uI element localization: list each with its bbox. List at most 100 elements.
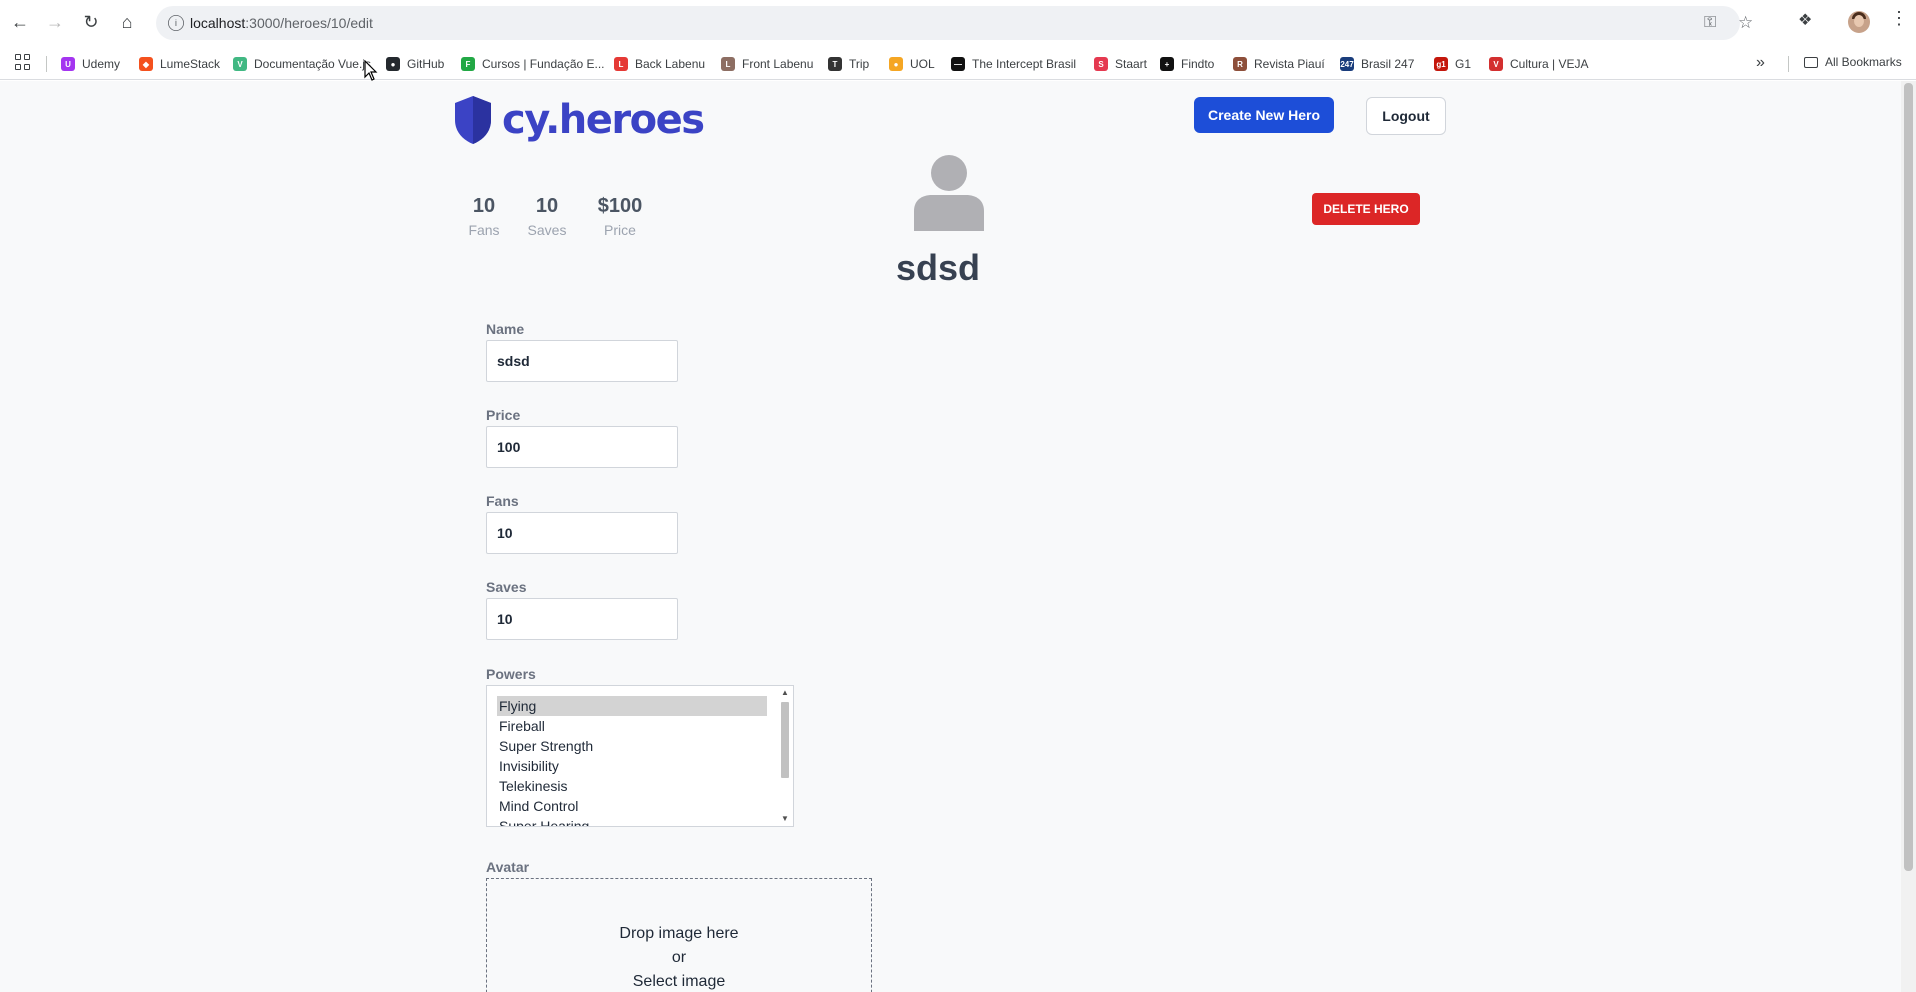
bookmarks-bar: U Udemy ◆ LumeStack V Documentação Vue.js ● Git… <box>0 46 1916 80</box>
create-new-hero-button[interactable]: Create New Hero <box>1194 97 1334 133</box>
profile-avatar[interactable] <box>1848 11 1870 33</box>
bookmark-favicon-icon: V <box>1489 57 1503 71</box>
url-host: localhost <box>190 15 246 31</box>
bookmark-favicon-icon: g1 <box>1434 57 1448 71</box>
bookmark-item[interactable]: L Front Labenu <box>721 55 813 73</box>
power-option[interactable]: Invisibility <box>497 756 767 776</box>
bookmark-favicon-icon: S <box>1094 57 1108 71</box>
powers-scrollbar[interactable]: ▲ ▼ <box>777 686 793 826</box>
bookmarks-overflow-icon[interactable]: » <box>1756 54 1765 72</box>
select-image-link[interactable]: Select image <box>487 970 871 992</box>
bookmark-item[interactable]: — The Intercept Brasil <box>951 55 1076 73</box>
bookmark-label: Front Labenu <box>742 57 814 71</box>
bookmark-favicon-icon: — <box>951 57 965 71</box>
fans-label: Fans <box>486 493 519 509</box>
reload-icon[interactable]: ↻ <box>77 8 105 36</box>
powers-multiselect[interactable]: Flying Fireball Super Strength Invisibility… <box>486 685 794 827</box>
avatar-dropzone[interactable]: Drop image here or Select image <box>486 878 872 992</box>
bookmark-label: Documentação Vue.js <box>254 57 371 71</box>
bookmark-star-icon[interactable]: ☆ <box>1738 13 1753 33</box>
power-option[interactable]: Super Hearing <box>497 816 767 826</box>
bookmark-item[interactable]: g1 G1 <box>1434 55 1471 73</box>
browser-menu-icon[interactable]: ⋮ <box>1890 8 1908 29</box>
bookmarks-divider <box>46 56 47 72</box>
bookmark-item[interactable]: ◆ LumeStack <box>139 55 220 73</box>
bookmark-label: Revista Piauí <box>1254 57 1325 71</box>
avatar-label: Avatar <box>486 859 530 875</box>
bookmark-favicon-icon: U <box>61 57 75 71</box>
stat-saves: 10 Saves <box>526 195 568 238</box>
bookmark-label: Cultura | VEJA <box>1510 57 1589 71</box>
shield-icon <box>455 96 491 144</box>
bookmark-favicon-icon: T <box>828 57 842 71</box>
bookmark-label: G1 <box>1455 57 1472 71</box>
bookmark-favicon-icon: ● <box>386 57 400 71</box>
bookmark-favicon-icon: L <box>721 57 735 71</box>
powers-label: Powers <box>486 666 536 682</box>
bookmark-item[interactable]: ● GitHub <box>386 55 444 73</box>
bookmark-label: The Intercept Brasil <box>972 57 1077 71</box>
bookmark-item[interactable]: V Documentação Vue.js <box>233 55 371 73</box>
powers-options: Flying Fireball Super Strength Invisibility… <box>497 696 767 826</box>
saves-input[interactable] <box>486 598 678 640</box>
bookmark-label: Brasil 247 <box>1361 57 1415 71</box>
extensions-icon[interactable]: ❖ <box>1798 10 1812 30</box>
password-key-icon[interactable]: ⚿ <box>1704 14 1716 32</box>
apps-grid-icon[interactable] <box>15 54 31 70</box>
scroll-down-arrow-icon[interactable]: ▼ <box>781 814 789 823</box>
bookmark-item[interactable]: L Back Labenu <box>614 55 705 73</box>
bookmark-item[interactable]: T Trip <box>828 55 869 73</box>
name-input[interactable] <box>486 340 678 382</box>
power-option[interactable]: Flying <box>497 696 767 716</box>
stat-fans: 10 Fans <box>466 195 502 238</box>
price-input[interactable] <box>486 426 678 468</box>
bookmark-item[interactable]: S Staart <box>1094 55 1147 73</box>
bookmark-item[interactable]: ● UOL <box>889 55 935 73</box>
forward-icon[interactable]: → <box>41 8 69 36</box>
bookmark-item[interactable]: F Cursos | Fundação E... <box>461 55 605 73</box>
logout-button[interactable]: Logout <box>1366 97 1446 135</box>
bookmark-label: Udemy <box>82 57 121 71</box>
bookmark-label: Trip <box>849 57 870 71</box>
bookmark-favicon-icon: + <box>1160 57 1174 71</box>
power-option[interactable]: Super Strength <box>497 736 767 756</box>
logo-text: cy.heroes <box>502 97 705 143</box>
power-option[interactable]: Mind Control <box>497 796 767 816</box>
user-avatar-icon <box>914 155 984 231</box>
site-info-icon[interactable]: i <box>168 15 184 31</box>
saves-label: Saves <box>486 579 527 595</box>
folder-icon <box>1804 56 1818 68</box>
power-option[interactable]: Telekinesis <box>497 776 767 796</box>
powers-scroll-thumb[interactable] <box>781 702 789 778</box>
all-bookmarks-label: All Bookmarks <box>1825 55 1902 69</box>
bookmark-label: Back Labenu <box>635 57 706 71</box>
bookmark-item[interactable]: 247 Brasil 247 <box>1340 55 1414 73</box>
home-icon[interactable]: ⌂ <box>113 8 141 36</box>
page-scrollbar[interactable] <box>1901 81 1916 992</box>
page-scroll-thumb[interactable] <box>1904 83 1913 871</box>
power-option[interactable]: Fireball <box>497 716 767 736</box>
scroll-up-arrow-icon[interactable]: ▲ <box>781 688 789 697</box>
stat-saves-value: 10 <box>535 195 559 217</box>
back-icon[interactable]: ← <box>6 8 34 36</box>
address-bar[interactable]: i localhost:3000/heroes/10/edit ⚿ ☆ <box>156 6 1753 40</box>
bookmark-item[interactable]: + Findto <box>1160 55 1214 73</box>
stat-saves-label: Saves <box>527 222 567 238</box>
stat-price-label: Price <box>604 222 636 238</box>
bookmark-item[interactable]: V Cultura | VEJA <box>1489 55 1588 73</box>
delete-hero-button[interactable]: DELETE HERO <box>1312 193 1420 225</box>
logo[interactable]: cy.heroes <box>452 94 705 146</box>
url-text[interactable]: localhost:3000/heroes/10/edit <box>190 15 373 31</box>
bookmarks-divider <box>1788 56 1789 72</box>
bookmark-label: Cursos | Fundação E... <box>482 57 605 71</box>
stat-fans-label: Fans <box>468 222 500 238</box>
dropzone-or-text: or <box>671 949 687 966</box>
fans-input[interactable] <box>486 512 678 554</box>
dropzone-text: Drop image here <box>619 925 739 942</box>
browser-toolbar: ← → ↻ ⌂ i localhost:3000/heroes/10/edit … <box>0 0 1916 46</box>
bookmark-favicon-icon: ◆ <box>139 57 153 71</box>
bookmark-item[interactable]: R Revista Piauí <box>1233 55 1325 73</box>
bookmark-favicon-icon: L <box>614 57 628 71</box>
all-bookmarks-button[interactable]: All Bookmarks <box>1804 55 1902 69</box>
bookmark-item[interactable]: U Udemy <box>61 55 120 73</box>
